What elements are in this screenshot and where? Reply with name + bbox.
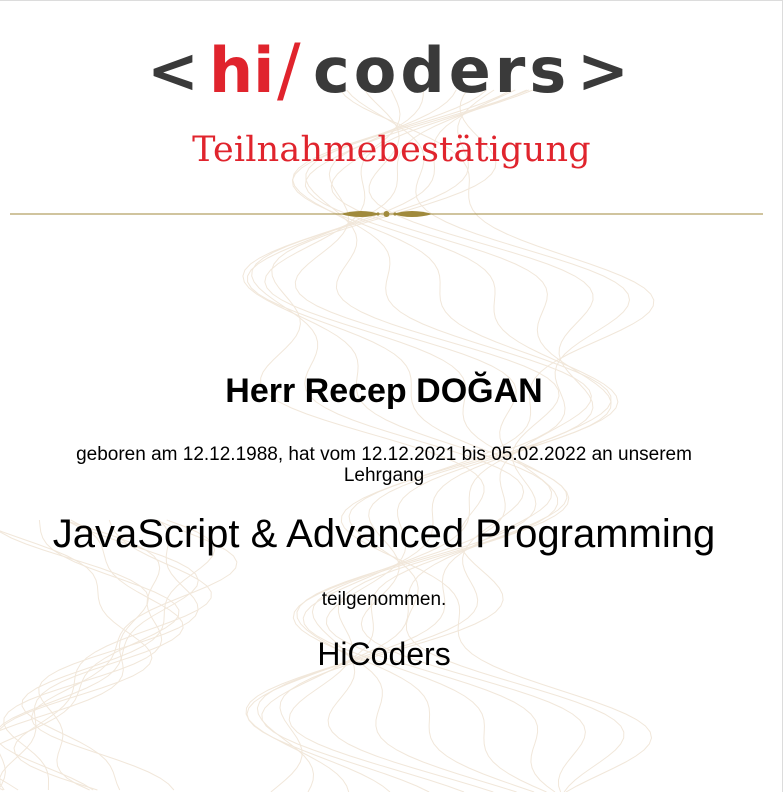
participation-statement: geboren am 12.12.1988, hat vom 12.12.202… (22, 444, 746, 486)
watermark-wave (302, 90, 619, 792)
watermark-wave (360, 89, 594, 792)
course-title: JavaScript & Advanced Programming (52, 512, 716, 556)
participation-statement-line2: Lehrgang (343, 465, 425, 486)
watermark-wave (261, 89, 570, 792)
watermark-wave (325, 89, 612, 792)
certificate-title: Teilnahmebestätigung (192, 130, 591, 170)
issuing-organization: HiCoders (317, 636, 451, 672)
page-top-border (0, 0, 783, 1)
logo-close-bracket: > (577, 34, 629, 107)
participated-text: teilgenommen. (321, 589, 447, 610)
certificate-page: < hi / coders > Teilnahmebestätigung Her… (0, 0, 783, 792)
watermark-wave (242, 89, 553, 792)
watermark-wave (346, 89, 631, 792)
watermark-wave (288, 89, 559, 792)
hicoders-logo: < hi / coders > (0, 22, 783, 112)
watermark-wave (340, 89, 655, 792)
ornamental-divider (10, 211, 763, 217)
logo-coders: coders (313, 34, 570, 107)
logo-slash: / (277, 29, 301, 111)
watermark-wave (251, 89, 525, 792)
watermark-wave (292, 89, 592, 792)
participation-statement-line1: geboren am 12.12.1988, hat vom 12.12.202… (76, 444, 692, 465)
logo-open-bracket: < (147, 34, 199, 107)
recipient-name: Herr Recep DOĞAN (225, 372, 543, 410)
watermark-wave (246, 89, 568, 792)
logo-hi: hi (209, 34, 274, 107)
watermark-wave (305, 89, 560, 792)
watermark-wave (291, 89, 612, 792)
watermark-wave (260, 89, 504, 792)
